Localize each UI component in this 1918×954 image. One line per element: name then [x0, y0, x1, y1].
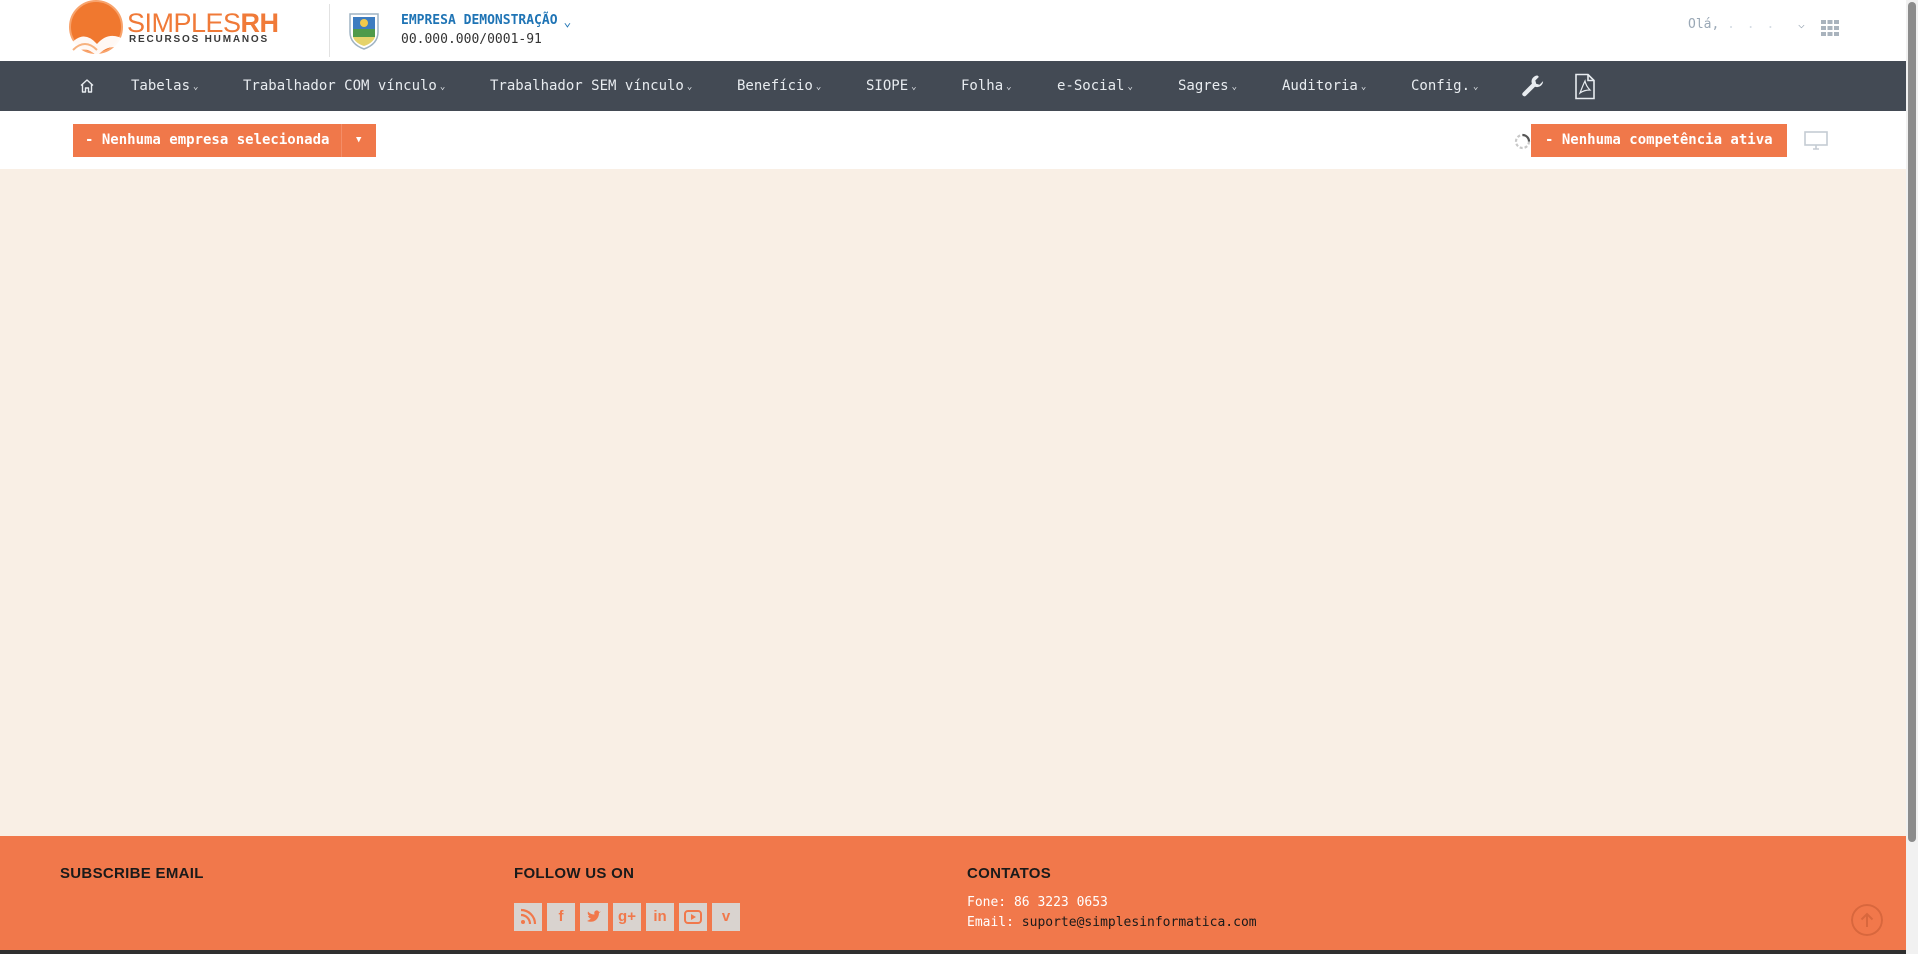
- linkedin-icon[interactable]: in: [646, 903, 674, 931]
- nav-label: Benefício: [737, 78, 813, 94]
- follow-us-title: FOLLOW US ON: [514, 865, 635, 882]
- nav-item-e-social[interactable]: e-Social ⌄: [1057, 61, 1133, 111]
- google-plus-icon[interactable]: g+: [613, 903, 641, 931]
- nav-label: Config.: [1411, 78, 1471, 94]
- chevron-down-icon: ⌄: [193, 82, 199, 92]
- context-toolbar: - Nenhuma empresa selecionada ▼ - Nenhum…: [0, 111, 1906, 169]
- company-selector[interactable]: EMPRESA DEMONSTRAÇÃO ⌄ 00.000.000/0001-91: [401, 11, 571, 50]
- top-header: SIMPLESRH RECURSOS HUMANOS EMPRESA DEMON…: [0, 0, 1906, 61]
- nav-item-siope[interactable]: SIOPE ⌄: [866, 61, 917, 111]
- home-icon[interactable]: [79, 78, 95, 94]
- contact-info: Fone: 86 3223 0653 Email: suporte@simple…: [967, 893, 1257, 933]
- chevron-down-icon: ⌵: [1798, 18, 1805, 31]
- contact-phone: Fone: 86 3223 0653: [967, 895, 1108, 910]
- nav-item-config[interactable]: Config. ⌄: [1411, 61, 1478, 111]
- chevron-down-icon: ⌄: [1231, 82, 1237, 92]
- nav-item-auditoria[interactable]: Auditoria ⌄: [1282, 61, 1366, 111]
- main-content-area: [0, 169, 1906, 836]
- chevron-down-icon: ⌄: [1006, 82, 1012, 92]
- button-divider: [341, 124, 342, 157]
- scroll-to-top-icon[interactable]: [1851, 904, 1883, 936]
- nav-label: e-Social: [1057, 78, 1125, 94]
- user-name: . . .: [1727, 17, 1777, 32]
- nav-item-beneficio[interactable]: Benefício ⌄: [737, 61, 821, 111]
- page-footer: SUBSCRIBE EMAIL FOLLOW US ON CONTATOS f …: [0, 836, 1906, 954]
- header-divider: [329, 4, 330, 57]
- nav-item-sagres[interactable]: Sagres ⌄: [1178, 61, 1237, 111]
- logo-emblem-icon: [69, 0, 125, 58]
- chevron-down-icon: ⌄: [1360, 82, 1367, 92]
- twitter-icon[interactable]: [580, 903, 608, 931]
- nav-item-trabalhador-sem-vinculo[interactable]: Trabalhador SEM vínculo ⌄: [490, 61, 692, 111]
- grid-icon[interactable]: [1821, 20, 1839, 36]
- nav-label: SIOPE: [866, 78, 909, 94]
- chevron-down-icon: ⌄: [686, 82, 693, 92]
- company-cnpj: 00.000.000/0001-91: [401, 32, 542, 47]
- rss-icon[interactable]: [514, 903, 542, 931]
- scrollbar-thumb[interactable]: [1908, 2, 1916, 842]
- chevron-down-icon: ⌄: [439, 82, 446, 92]
- bottom-bar: [0, 950, 1906, 954]
- user-menu[interactable]: Olá, . . . ⌵: [1688, 17, 1805, 32]
- nav-label: Sagres: [1178, 78, 1229, 94]
- nav-label: Folha: [961, 78, 1004, 94]
- company-crest-icon: [349, 13, 379, 50]
- logo-subtitle: RECURSOS HUMANOS: [129, 34, 269, 45]
- email-link[interactable]: suporte@simplesinformatica.com: [1022, 915, 1257, 930]
- company-select-label: - Nenhuma empresa selecionada: [85, 132, 330, 148]
- chevron-down-icon: ⌄: [1127, 82, 1133, 92]
- loading-spinner-icon: [1514, 133, 1531, 150]
- nav-label: Auditoria: [1282, 78, 1358, 94]
- nav-item-tabelas[interactable]: Tabelas ⌄: [131, 61, 198, 111]
- pdf-icon[interactable]: [1573, 73, 1597, 100]
- chevron-down-icon: ⌄: [1473, 82, 1479, 92]
- nav-label: Tabelas: [131, 78, 191, 94]
- monitor-icon[interactable]: [1804, 131, 1828, 151]
- contacts-title: CONTATOS: [967, 865, 1052, 882]
- company-select-button[interactable]: - Nenhuma empresa selecionada ▼: [73, 124, 376, 157]
- wrench-icon[interactable]: [1520, 73, 1546, 99]
- chevron-down-icon: ⌄: [911, 82, 917, 92]
- facebook-icon[interactable]: f: [547, 903, 575, 931]
- nav-item-trabalhador-com-vinculo[interactable]: Trabalhador COM vínculo ⌄: [243, 61, 445, 111]
- nav-item-folha[interactable]: Folha ⌄: [961, 61, 1012, 111]
- caret-down-icon[interactable]: ▼: [356, 124, 361, 157]
- nav-label: Trabalhador SEM vínculo: [490, 78, 684, 94]
- youtube-icon[interactable]: [679, 903, 707, 931]
- simplesrh-logo[interactable]: SIMPLESRH RECURSOS HUMANOS: [63, 0, 293, 61]
- chevron-down-icon: ⌄: [563, 15, 572, 30]
- main-navbar: Tabelas ⌄ Trabalhador COM vínculo ⌄ Trabal…: [0, 61, 1906, 111]
- company-name-link[interactable]: EMPRESA DEMONSTRAÇÃO ⌄: [401, 11, 571, 30]
- chevron-down-icon: ⌄: [815, 82, 822, 92]
- vimeo-icon[interactable]: v: [712, 903, 740, 931]
- subscribe-email-title: SUBSCRIBE EMAIL: [60, 865, 204, 882]
- nav-label: Trabalhador COM vínculo: [243, 78, 437, 94]
- competence-button[interactable]: - Nenhuma competência ativa: [1531, 124, 1787, 157]
- user-greeting: Olá,: [1688, 17, 1720, 32]
- contact-email: Email: suporte@simplesinformatica.com: [967, 915, 1257, 930]
